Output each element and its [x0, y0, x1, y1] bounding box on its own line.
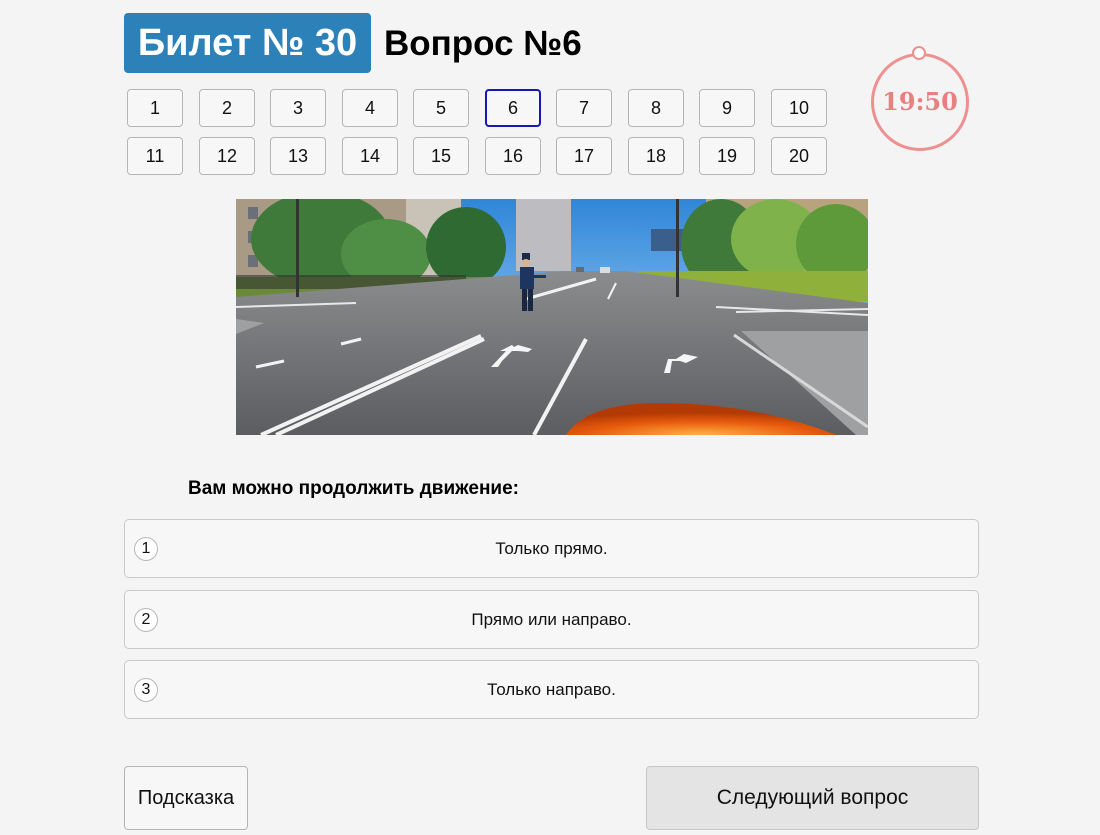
question-button-13[interactable]: 13 — [270, 137, 326, 175]
answer-text: Только прямо. — [495, 539, 608, 558]
question-button-3[interactable]: 3 — [270, 89, 326, 127]
question-button-12[interactable]: 12 — [199, 137, 255, 175]
question-button-11[interactable]: 11 — [127, 137, 183, 175]
answer-text: Прямо или направо. — [471, 610, 632, 629]
question-button-2[interactable]: 2 — [199, 89, 255, 127]
question-button-5[interactable]: 5 — [413, 89, 469, 127]
timer-handle-dot — [912, 46, 926, 60]
answer-option-2[interactable]: 2 Прямо или направо. — [124, 590, 979, 649]
question-button-6-current[interactable]: 6 — [485, 89, 541, 127]
question-illustration — [236, 199, 868, 435]
ticket-number-badge: Билет № 30 — [124, 13, 371, 73]
question-button-1[interactable]: 1 — [127, 89, 183, 127]
answer-option-3[interactable]: 3 Только направо. — [124, 660, 979, 719]
question-button-9[interactable]: 9 — [699, 89, 755, 127]
question-button-10[interactable]: 10 — [771, 89, 827, 127]
question-button-8[interactable]: 8 — [628, 89, 684, 127]
countdown-timer: 19:50 — [871, 53, 969, 151]
question-button-15[interactable]: 15 — [413, 137, 469, 175]
question-button-18[interactable]: 18 — [628, 137, 684, 175]
question-button-14[interactable]: 14 — [342, 137, 398, 175]
question-button-7[interactable]: 7 — [556, 89, 612, 127]
answer-option-1[interactable]: 1 Только прямо. — [124, 519, 979, 578]
question-prompt: Вам можно продолжить движение: — [188, 478, 519, 499]
question-button-4[interactable]: 4 — [342, 89, 398, 127]
next-question-button[interactable]: Следующий вопрос — [646, 766, 979, 830]
question-title: Вопрос №6 — [384, 24, 582, 63]
question-button-20[interactable]: 20 — [771, 137, 827, 175]
answer-text: Только направо. — [487, 680, 616, 699]
hint-button[interactable]: Подсказка — [124, 766, 248, 830]
question-button-19[interactable]: 19 — [699, 137, 755, 175]
question-button-16[interactable]: 16 — [485, 137, 541, 175]
question-button-17[interactable]: 17 — [556, 137, 612, 175]
